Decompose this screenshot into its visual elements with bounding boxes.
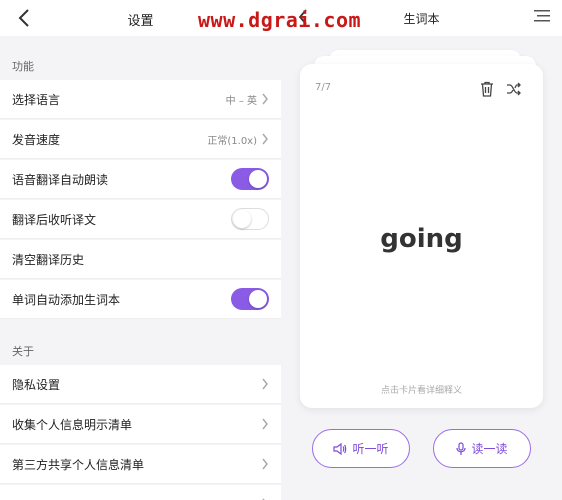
read-button[interactable]: 读一读 <box>433 429 531 468</box>
toggle-knob <box>249 170 267 188</box>
microphone-icon <box>456 441 467 455</box>
row-label: 清空翻译历史 <box>12 252 85 267</box>
chevron-right-icon <box>262 133 268 145</box>
shuffle-icon[interactable] <box>506 81 522 97</box>
chevron-right-icon <box>262 418 268 430</box>
card-hint: 点击卡片看详细释义 <box>380 386 462 396</box>
row-label: 选择语言 <box>12 92 61 107</box>
row-auto-add-vocab: 单词自动添加生词本 <box>0 280 281 319</box>
read-label: 读一读 <box>471 442 508 456</box>
row-listen-after-translate: 翻译后收听译文 <box>0 200 281 239</box>
row-label: 第三方共享个人信息清单 <box>12 457 145 472</box>
row-label: 单词自动添加生词本 <box>12 292 121 307</box>
row-label: 语音翻译自动朗读 <box>12 172 109 187</box>
chevron-right-icon <box>262 93 268 105</box>
listen-after-translate-toggle[interactable] <box>231 208 269 230</box>
trash-icon[interactable] <box>480 81 494 97</box>
auto-add-vocab-toggle[interactable] <box>231 288 269 310</box>
row-label: 翻译后收听译文 <box>12 212 97 227</box>
row-privacy-settings[interactable]: 隐私设置 <box>0 365 281 404</box>
row-label: 收集个人信息明示清单 <box>12 417 133 432</box>
flashcard[interactable]: 7/7 going 点击卡片看详细释义 <box>300 64 543 408</box>
row-clear-history[interactable]: 清空翻译历史 <box>0 240 281 279</box>
row-partial[interactable] <box>0 485 281 500</box>
row-value: 正常(1.0x) <box>207 135 257 147</box>
card-word: going <box>380 224 463 254</box>
watermark-text: www.dgrai.com <box>198 8 362 32</box>
chevron-right-icon <box>262 378 268 390</box>
row-third-party-list[interactable]: 第三方共享个人信息清单 <box>0 445 281 484</box>
row-personal-info-list[interactable]: 收集个人信息明示清单 <box>0 405 281 444</box>
row-label: 隐私设置 <box>12 377 61 392</box>
section-about-label: 关于 <box>12 345 34 358</box>
row-select-language[interactable]: 选择语言 中 – 英 <box>0 80 281 119</box>
speaker-icon <box>333 442 347 455</box>
toggle-knob <box>233 210 251 228</box>
row-speech-speed[interactable]: 发音速度 正常(1.0x) <box>0 120 281 159</box>
row-auto-read: 语音翻译自动朗读 <box>0 160 281 199</box>
row-value: 中 – 英 <box>225 95 257 107</box>
listen-button[interactable]: 听一听 <box>312 429 410 468</box>
row-label: 发音速度 <box>12 132 61 147</box>
card-counter: 7/7 <box>315 82 332 93</box>
settings-panel: 设置 功能 选择语言 中 – 英 发音速度 正常(1.0x) 语音翻译自动朗读 … <box>0 0 281 500</box>
toggle-knob <box>249 290 267 308</box>
chevron-right-icon <box>262 458 268 470</box>
menu-icon[interactable] <box>534 10 550 22</box>
section-function-label: 功能 <box>12 60 34 73</box>
auto-read-toggle[interactable] <box>231 168 269 190</box>
listen-label: 听一听 <box>352 442 389 456</box>
